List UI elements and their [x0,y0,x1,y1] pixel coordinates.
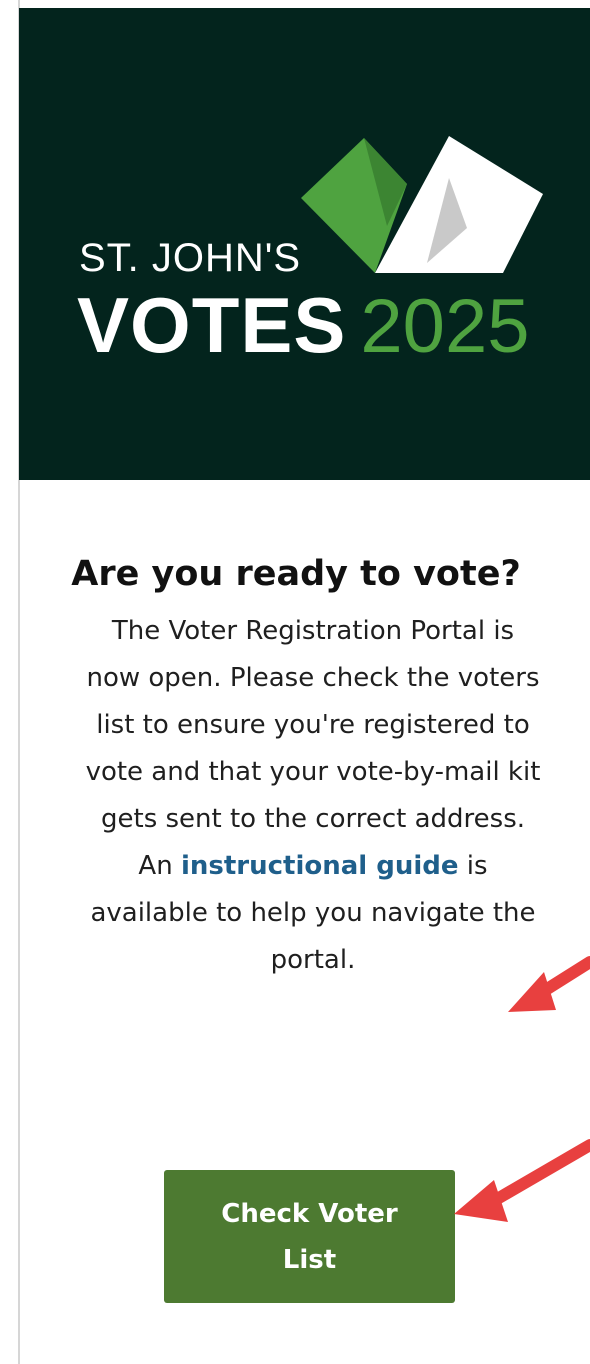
section-body: The Voter Registration Portal is now ope… [83,608,543,984]
logo-city-text: ST. JOHN'S [79,236,302,280]
check-voter-list-button[interactable]: Check Voter List [164,1170,455,1303]
section-heading: Are you ready to vote? [71,554,521,594]
page: ST. JOHN'S VOTES 2025 Are you ready to vo… [0,0,590,1364]
logo-wordmark: VOTES 2025 [77,286,529,365]
vote-ready-section: Are you ready to vote? The Voter Registr… [36,540,590,984]
instructional-guide-link[interactable]: instructional guide [181,851,459,881]
logo-year-text: 2025 [360,284,530,369]
white-envelope-shape [375,136,543,273]
hero-banner: ST. JOHN'S VOTES 2025 [19,8,590,480]
logo-votes-text: VOTES [77,281,347,369]
body-text-part-1: The Voter Registration Portal is now ope… [85,616,541,881]
arrow-to-button-icon [454,1139,590,1222]
